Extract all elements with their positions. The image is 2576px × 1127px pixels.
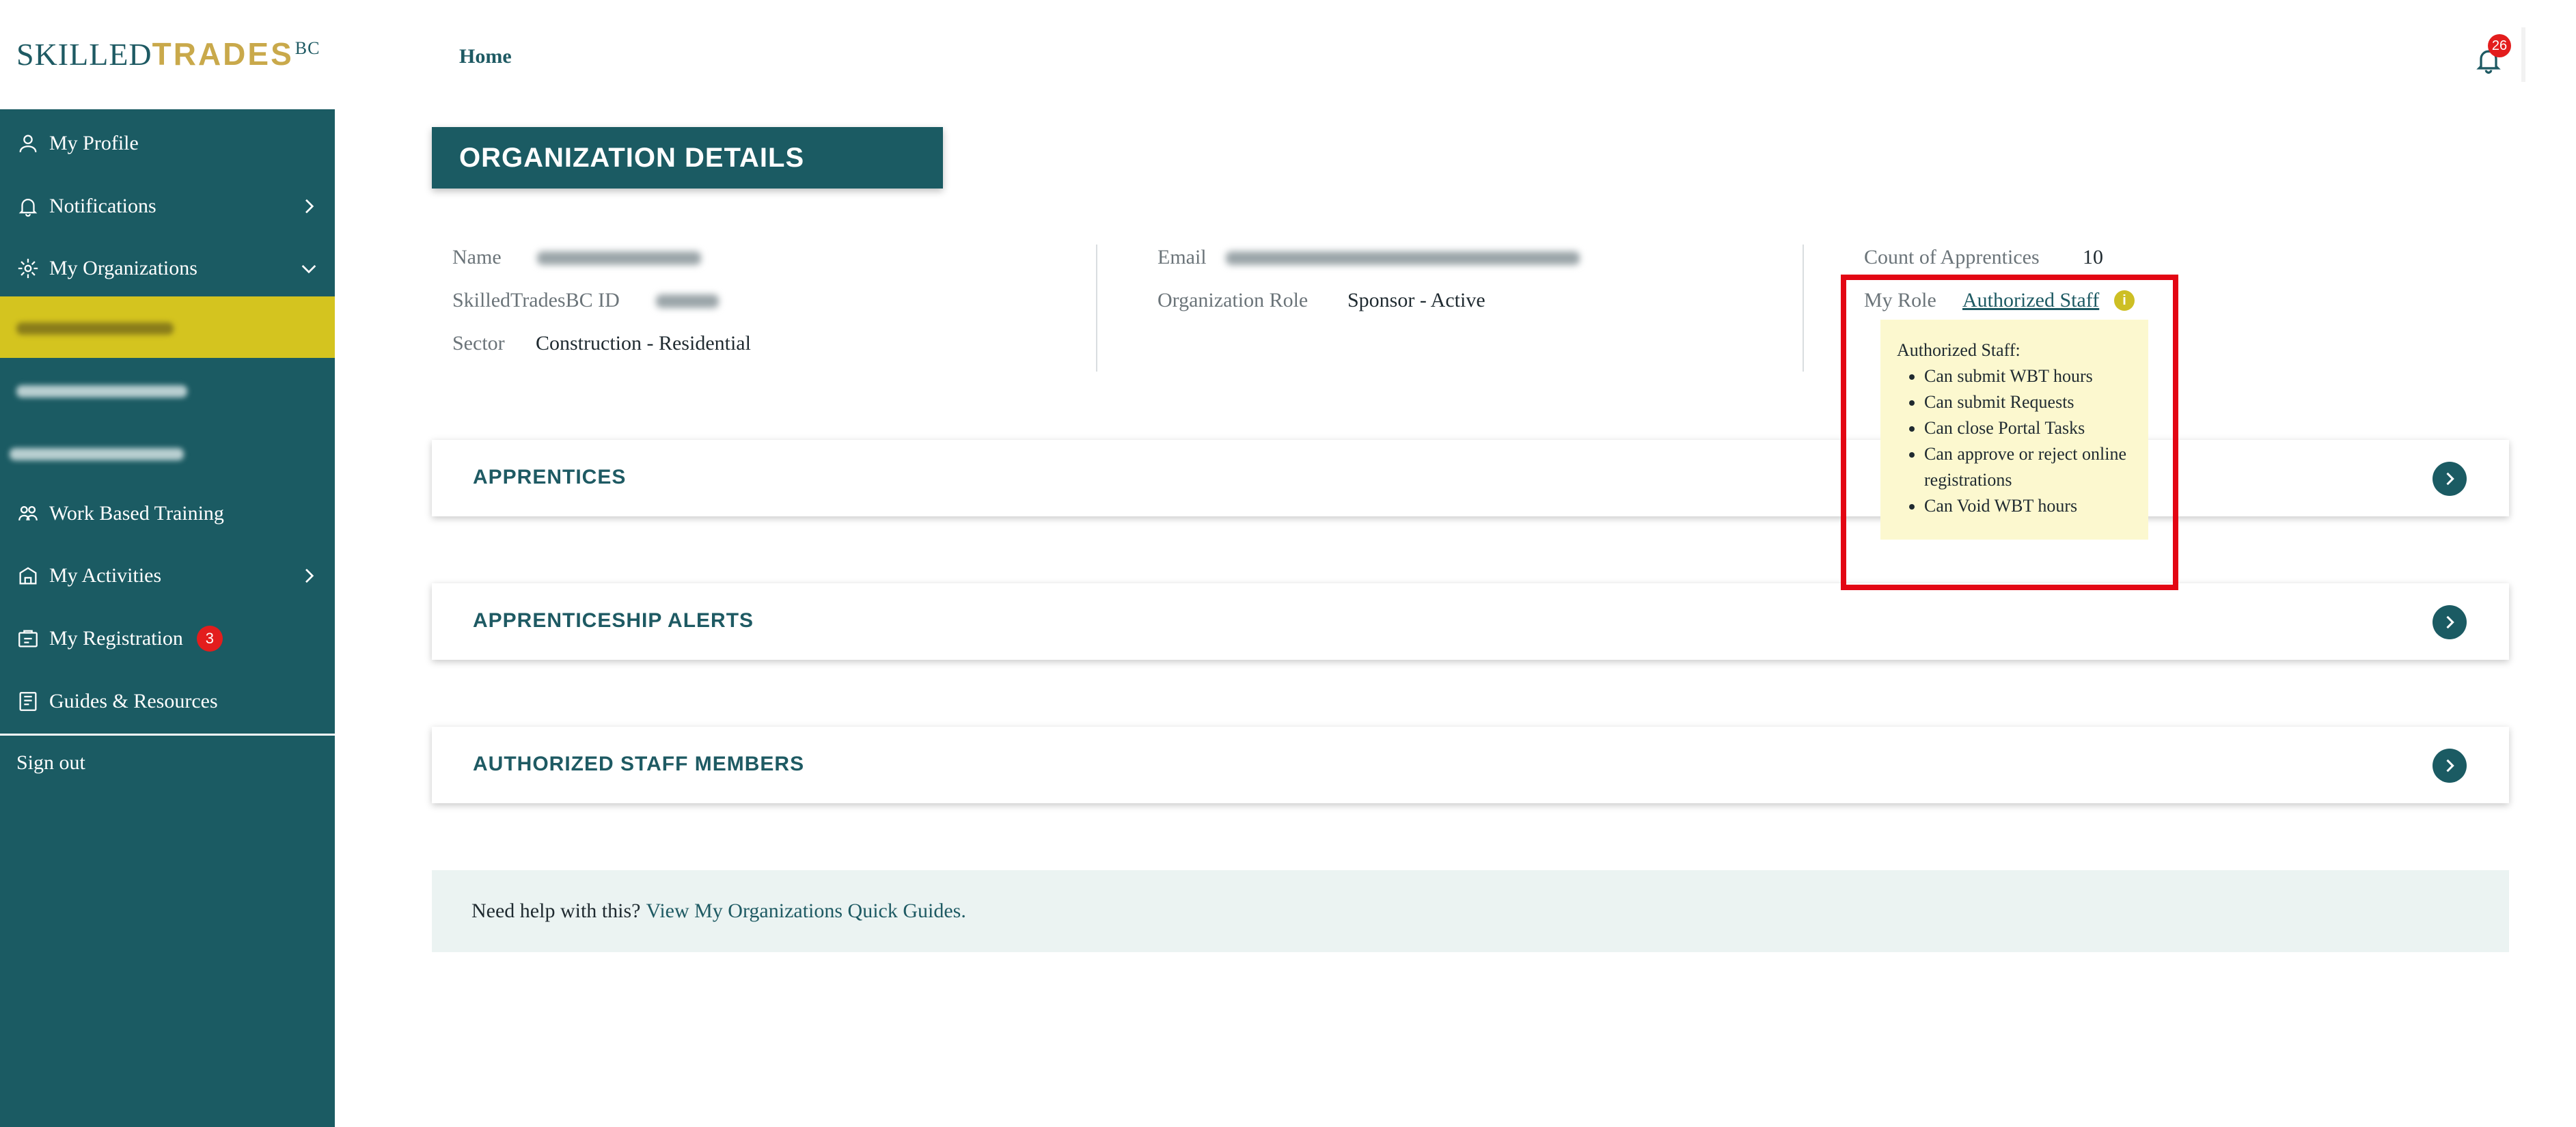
apprenticeship-alerts-section-card[interactable]: APPRENTICESHIP ALERTS: [432, 583, 2509, 660]
name-label: Name: [452, 246, 502, 268]
group-icon: [16, 502, 40, 525]
sidebar-org-item[interactable]: [0, 422, 335, 484]
sidebar-item-work-based-training[interactable]: Work Based Training: [0, 482, 335, 545]
sidebar-item-label: Work Based Training: [49, 502, 224, 525]
chevron-right-icon[interactable]: [2433, 749, 2467, 783]
registration-icon: [16, 627, 40, 650]
sidebar-item-label: My Activities: [49, 564, 162, 587]
sidebar-item-label: Guides & Resources: [49, 690, 218, 712]
logo[interactable]: SKILLEDTRADESBC: [16, 36, 320, 72]
chevron-right-icon[interactable]: [2433, 462, 2467, 496]
redacted-id-value: [656, 294, 719, 308]
skilledtradesbc-id-label: SkilledTradesBC ID: [452, 289, 620, 311]
sign-out-link[interactable]: Sign out: [16, 751, 85, 775]
scroll-edge: [2521, 27, 2525, 82]
organization-role-label: Organization Role: [1157, 289, 1308, 311]
count-of-apprentices-label: Count of Apprentices: [1864, 246, 2040, 268]
sidebar-item-guides-resources[interactable]: Guides & Resources: [0, 670, 335, 733]
authorized-staff-members-section-card[interactable]: AUTHORIZED STAFF MEMBERS: [432, 727, 2509, 803]
apprentices-section-card[interactable]: APPRENTICES: [432, 440, 2509, 516]
section-title: APPRENTICESHIP ALERTS: [473, 609, 754, 632]
section-title: APPRENTICES: [473, 466, 627, 488]
sidebar-item-my-registration[interactable]: My Registration 3: [0, 607, 335, 670]
chevron-right-icon: [305, 568, 314, 583]
logo-text-trades: TRADES: [152, 36, 294, 72]
bell-icon: [16, 195, 40, 218]
sidebar-org-item-selected[interactable]: [0, 296, 335, 358]
sidebar-item-label: Notifications: [49, 195, 156, 217]
section-title: AUTHORIZED STAFF MEMBERS: [473, 753, 805, 775]
logo-text-bc: BC: [294, 38, 320, 58]
cog-icon: [16, 257, 40, 280]
help-text: Need help with this?: [471, 900, 641, 922]
sidebar-item-my-profile[interactable]: My Profile: [0, 112, 335, 175]
sector-label: Sector: [452, 332, 505, 354]
page-title: ORGANIZATION DETAILS: [432, 127, 943, 189]
activities-icon: [16, 564, 40, 587]
organization-role-value: Sponsor - Active: [1347, 289, 1485, 311]
sidebar-item-notifications[interactable]: Notifications: [0, 175, 335, 238]
sidebar-item-label: My Profile: [49, 132, 139, 154]
column-divider: [1803, 245, 1804, 372]
email-label: Email: [1157, 246, 1207, 268]
column-divider: [1096, 245, 1097, 372]
sector-value: Construction - Residential: [536, 332, 751, 354]
chevron-down-icon: [301, 265, 316, 274]
notification-count-badge: 26: [2488, 34, 2511, 57]
quick-guides-link[interactable]: View My Organizations Quick Guides.: [646, 900, 965, 923]
chevron-right-icon[interactable]: [2433, 605, 2467, 639]
help-bar: Need help with this? View My Organizatio…: [432, 870, 2509, 952]
redacted-name-value: [537, 251, 701, 265]
redacted-org-name: [10, 448, 184, 460]
sidebar-item-my-organizations[interactable]: My Organizations: [0, 237, 335, 300]
guides-icon: [16, 690, 40, 713]
count-of-apprentices-value: 10: [2083, 246, 2103, 268]
highlight-annotation-box: [1841, 275, 2178, 590]
user-icon: [16, 132, 40, 155]
sidebar-divider: [0, 734, 335, 736]
chevron-right-icon: [305, 199, 314, 214]
redacted-email-value: [1226, 251, 1580, 265]
sidebar-item-label: My Registration: [49, 627, 183, 650]
sidebar-item-my-activities[interactable]: My Activities: [0, 544, 335, 607]
sidebar-org-item[interactable]: [0, 359, 335, 421]
breadcrumb-home[interactable]: Home: [459, 45, 512, 68]
logo-text-skilled: SKILLED: [16, 37, 152, 72]
sidebar-item-label: My Organizations: [49, 257, 197, 279]
redacted-org-name: [16, 385, 187, 398]
redacted-org-name: [16, 322, 174, 335]
registration-count-badge: 3: [196, 626, 223, 652]
sidebar: My Profile Notifications My Organization…: [0, 109, 335, 1127]
